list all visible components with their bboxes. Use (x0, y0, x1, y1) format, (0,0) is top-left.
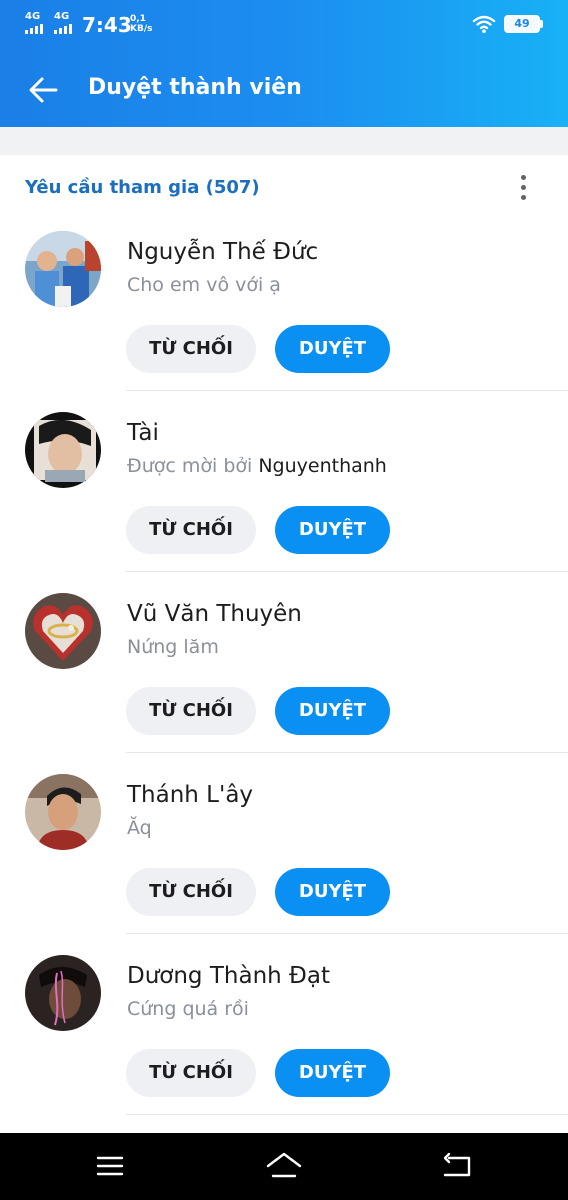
signal-bars-icon (25, 23, 43, 34)
signal-2-indicator: 4G (54, 12, 72, 34)
avatar[interactable] (25, 412, 101, 488)
inviter-name: Nguyenthanh (258, 455, 387, 477)
approve-button[interactable]: DUYỆT (275, 868, 390, 916)
reject-button[interactable]: TỪ CHỐI (126, 687, 256, 735)
battery-level: 49 (514, 17, 530, 30)
clock: 7:43 (82, 13, 132, 37)
arrow-left-icon (29, 77, 58, 103)
request-message: Ăq (127, 817, 152, 839)
network-speed-value: 0,1 (130, 14, 146, 24)
request-item: Nguyễn Thế Đức Cho em vô với ạ TỪ CHỐI D… (0, 210, 568, 391)
request-message: Được mời bởi Nguyenthanh (127, 453, 387, 479)
more-options-button[interactable] (508, 171, 538, 205)
approve-button[interactable]: DUYỆT (275, 687, 390, 735)
reject-button[interactable]: TỪ CHỐI (126, 868, 256, 916)
divider (126, 1114, 568, 1115)
network-speed-unit: KB/s (130, 24, 153, 34)
back-button[interactable] (20, 70, 66, 110)
request-message: Nứng lăm (127, 636, 219, 658)
request-item: Thánh L'ây Ăq TỪ CHỐI DUYỆT (0, 753, 568, 934)
avatar[interactable] (25, 231, 101, 307)
request-item: Vũ Văn Thuyên Nứng lăm TỪ CHỐI DUYỆT (0, 572, 568, 753)
menu-button[interactable] (90, 1149, 130, 1183)
signal-1-indicator: 4G (25, 12, 43, 34)
request-item: Dương Thành Đạt Cứng quá rồi TỪ CHỐI DUY… (0, 934, 568, 1115)
system-nav-bar (0, 1133, 568, 1200)
reject-button[interactable]: TỪ CHỐI (126, 1049, 256, 1097)
back-icon (443, 1152, 471, 1177)
member-name: Tài (127, 420, 159, 446)
invited-by-label: Được mời bởi (127, 455, 253, 477)
approve-button[interactable]: DUYỆT (275, 506, 390, 554)
member-name: Nguyễn Thế Đức (127, 239, 319, 265)
battery-icon: 49 (504, 15, 540, 33)
more-vertical-icon (521, 175, 526, 180)
wifi-icon (472, 14, 496, 34)
screen: 4G 4G 7:43 0,1 KB/s 49 Duyệt thành viên … (0, 0, 568, 1200)
home-button[interactable] (264, 1149, 304, 1183)
member-name: Vũ Văn Thuyên (127, 601, 302, 627)
reject-button[interactable]: TỪ CHỐI (126, 506, 256, 554)
section-title: Yêu cầu tham gia (507) (25, 177, 260, 198)
signal-1-label: 4G (25, 11, 41, 22)
avatar[interactable] (25, 955, 101, 1031)
request-item: Tài Được mời bởi Nguyenthanh TỪ CHỐI DUY… (0, 391, 568, 572)
reject-button[interactable]: TỪ CHỐI (126, 325, 256, 373)
approve-button[interactable]: DUYỆT (275, 325, 390, 373)
request-list-section: Yêu cầu tham gia (507) Nguyễn Thế Đức Ch… (0, 155, 568, 1133)
request-message: Cứng quá rồi (127, 998, 249, 1020)
approve-button[interactable]: DUYỆT (275, 1049, 390, 1097)
page-title: Duyệt thành viên (88, 75, 302, 100)
member-name: Dương Thành Đạt (127, 963, 330, 989)
network-speed: 0,1 KB/s (130, 14, 152, 34)
signal-2-label: 4G (54, 11, 70, 22)
member-name: Thánh L'ây (127, 782, 254, 808)
app-bar: Duyệt thành viên (0, 50, 568, 127)
home-icon (266, 1152, 302, 1178)
header: 4G 4G 7:43 0,1 KB/s 49 Duyệt thành viên (0, 0, 568, 127)
signal-bars-icon (54, 23, 72, 34)
request-message: Cho em vô với ạ (127, 274, 281, 296)
status-bar: 4G 4G 7:43 0,1 KB/s 49 (0, 0, 568, 50)
avatar[interactable] (25, 774, 101, 850)
divider-strip (0, 127, 568, 155)
menu-icon (96, 1156, 124, 1176)
avatar[interactable] (25, 593, 101, 669)
nav-back-button[interactable] (437, 1149, 477, 1183)
battery-tip (540, 20, 543, 28)
